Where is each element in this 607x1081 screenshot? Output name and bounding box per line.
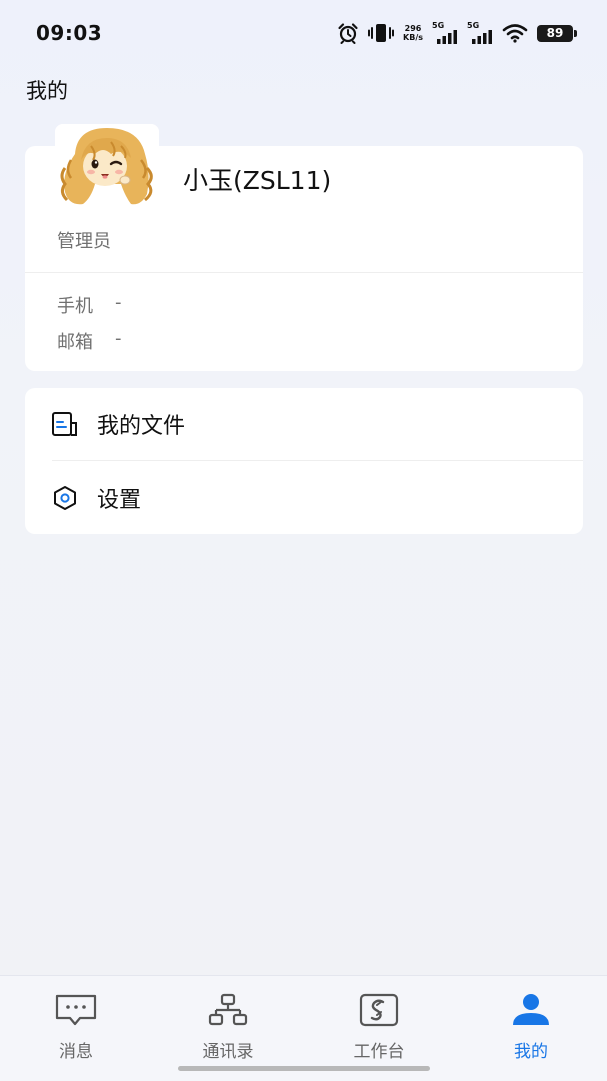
page-title: 我的 [26, 79, 68, 103]
network-speed-unit: KB/s [403, 33, 423, 42]
tab-label: 工作台 [353, 1042, 405, 1062]
tab-workbench[interactable]: 工作台 [324, 992, 434, 1062]
tab-bar: 消息 通讯录 工作台 我的 [0, 975, 607, 1081]
tab-label: 我的 [514, 1042, 548, 1062]
phone-row: 手机 - [57, 292, 122, 318]
network-speed: 296 KB/s [403, 24, 423, 42]
battery-level: 89 [546, 26, 564, 40]
settings-icon [51, 484, 79, 512]
avatar[interactable] [55, 124, 159, 210]
profile-divider [25, 272, 583, 273]
signal-label: 5G [467, 21, 480, 30]
tab-contacts[interactable]: 通讯录 [173, 992, 283, 1062]
menu-card: 我的文件 设置 [25, 388, 583, 534]
signal-icon: 5G [432, 22, 458, 44]
user-icon [508, 992, 554, 1028]
tab-me[interactable]: 我的 [476, 992, 586, 1062]
tab-label: 消息 [59, 1042, 93, 1062]
signal-label: 5G [432, 21, 445, 30]
wifi-icon [502, 23, 528, 43]
signal-icon: 5G [467, 22, 493, 44]
menu-item-my-files[interactable]: 我的文件 [25, 388, 583, 460]
menu-divider [52, 460, 583, 461]
status-icons: 296 KB/s 5G 5G 89 [337, 20, 577, 46]
network-speed-value: 296 [404, 24, 422, 33]
email-label: 邮箱 [57, 332, 93, 353]
email-row: 邮箱 - [57, 328, 122, 354]
tab-messages[interactable]: 消息 [21, 992, 131, 1062]
status-bar: 09:03 296 KB/s 5G 5G 89 [0, 0, 607, 68]
phone-value: - [115, 292, 122, 313]
menu-item-label: 我的文件 [97, 414, 186, 439]
tab-label: 通讯录 [202, 1042, 254, 1062]
message-icon [53, 992, 99, 1028]
status-time: 09:03 [36, 21, 103, 45]
profile-role: 管理员 [57, 231, 111, 252]
menu-item-label: 设置 [97, 488, 142, 513]
menu-item-settings[interactable]: 设置 [25, 462, 583, 534]
workbench-icon [356, 992, 402, 1028]
vibrate-icon [368, 23, 395, 43]
email-value: - [115, 328, 122, 349]
alarm-icon [337, 22, 359, 44]
profile-name: 小玉(ZSL11) [183, 166, 332, 195]
phone-label: 手机 [57, 296, 93, 317]
contacts-icon [205, 992, 251, 1028]
file-icon [51, 410, 79, 438]
battery-icon: 89 [537, 24, 577, 42]
home-indicator[interactable] [178, 1066, 430, 1071]
